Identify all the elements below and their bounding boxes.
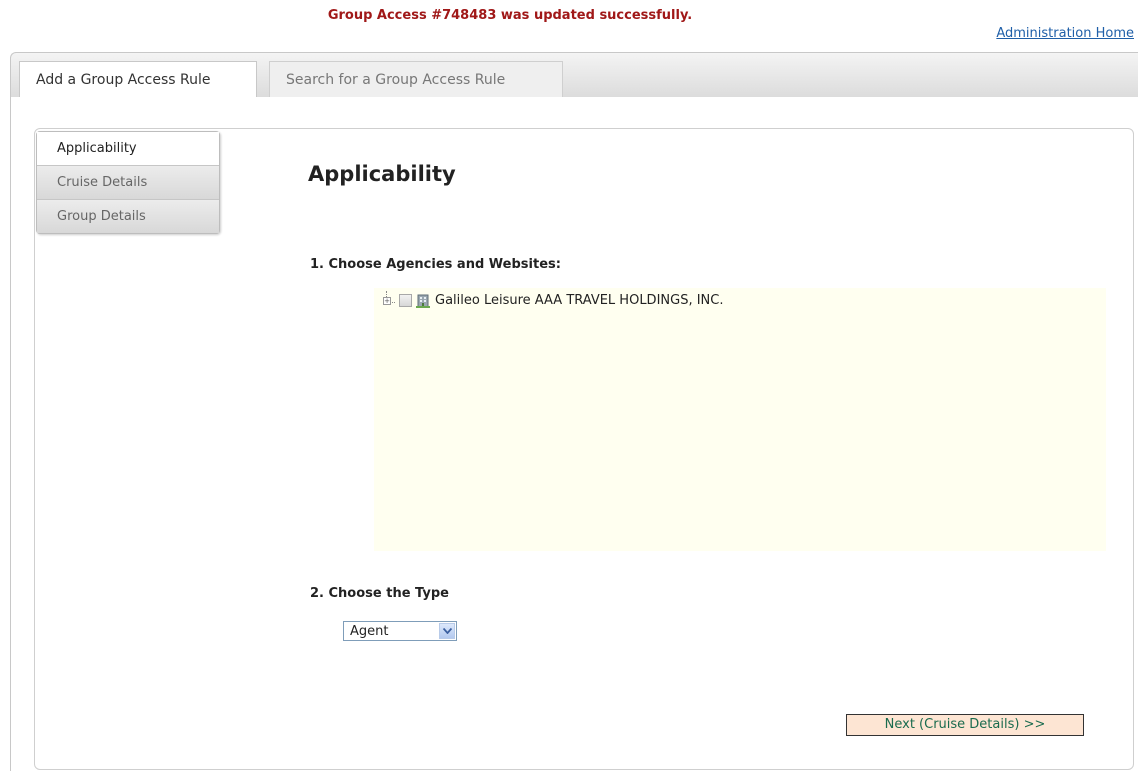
tab-bar: Add a Group Access Rule Search for a Gro… [10,52,1138,97]
page-title: Applicability [308,162,456,186]
sidenav-item-group-details[interactable]: Group Details [37,199,219,233]
expand-toggle-icon[interactable]: + [382,291,396,309]
building-icon [416,294,430,308]
agency-tree-container [374,288,1106,551]
type-select[interactable]: Agent [343,621,457,641]
agency-checkbox[interactable] [399,293,412,307]
side-navigation: Applicability Cruise Details Group Detai… [36,131,220,234]
status-message: Group Access #748483 was updated success… [327,8,693,23]
chevron-down-icon[interactable] [439,623,455,639]
administration-home-link[interactable]: Administration Home [996,26,1134,41]
section-type-label: 2. Choose the Type [310,586,449,601]
tree-item: + Galileo Leisure AAA TRAVEL HOLDINGS, I… [382,290,724,310]
tab-add-group-access-rule[interactable]: Add a Group Access Rule [19,61,257,97]
sidenav-item-applicability[interactable]: Applicability [37,132,219,165]
type-select-value: Agent [350,624,389,639]
sidenav-item-cruise-details[interactable]: Cruise Details [37,165,219,199]
tab-search-group-access-rule[interactable]: Search for a Group Access Rule [269,61,563,97]
agency-label[interactable]: Galileo Leisure AAA TRAVEL HOLDINGS, INC… [435,293,724,308]
section-agencies-label: 1. Choose Agencies and Websites: [310,257,561,272]
next-cruise-details-button[interactable]: Next (Cruise Details) >> [846,714,1084,736]
